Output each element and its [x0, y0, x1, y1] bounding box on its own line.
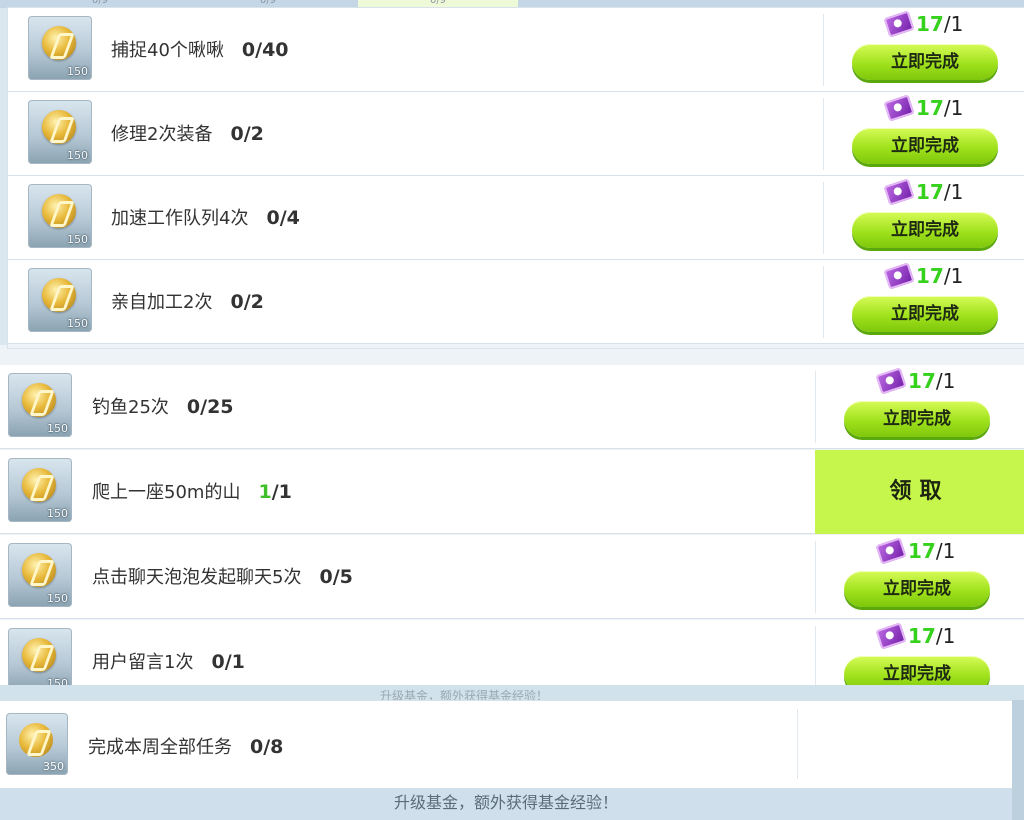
- reward-amount: 150: [67, 149, 88, 162]
- partial-hint-strip: 升级基金，额外获得基金经验！: [0, 685, 1024, 703]
- task-name: 用户留言1次: [92, 652, 194, 673]
- task-text: 爬上一座50m的山 1/1: [92, 478, 292, 504]
- ticket-icon: [883, 178, 915, 206]
- task-progress: 0/2: [230, 123, 264, 145]
- task-progress: 0/8: [250, 736, 284, 758]
- complete-now-button[interactable]: 立即完成: [852, 128, 998, 164]
- ticket-cost: 17/1: [875, 367, 1018, 395]
- ticket-cost: 17/1: [883, 262, 1024, 290]
- task-text: 点击聊天泡泡发起聊天5次 0/5: [92, 563, 353, 589]
- task-text: 修理2次装备 0/2: [111, 120, 264, 146]
- task-row: 150 钓鱼25次 0/25 17/1 立即完成: [0, 365, 1024, 449]
- fund-coin-icon: 150: [28, 184, 92, 248]
- fund-coin-icon: 150: [8, 543, 72, 607]
- complete-now-button[interactable]: 立即完成: [844, 656, 990, 685]
- task-progress: 0/5: [319, 566, 353, 588]
- ticket-cost: 17/1: [875, 537, 1018, 565]
- task-list-upper[interactable]: 150 捕捉40个啾啾 0/40 17/1 立即完成 150 修理2次装备 0/2 …: [8, 8, 1024, 348]
- reward-amount: 150: [67, 317, 88, 330]
- ticket-cost: 17/1: [875, 622, 1018, 650]
- divider: [797, 709, 798, 779]
- reward-amount: 150: [47, 422, 68, 435]
- weekly-task-text: 完成本周全部任务 0/8: [88, 733, 283, 759]
- task-row: 150 爬上一座50m的山 1/1 领取: [0, 450, 1024, 534]
- complete-now-button[interactable]: 立即完成: [852, 212, 998, 248]
- complete-now-button[interactable]: 立即完成: [844, 401, 990, 437]
- task-row: 150 亲自加工2次 0/2 17/1 立即完成: [8, 260, 1024, 344]
- task-name: 修理2次装备: [111, 124, 213, 145]
- fund-coin-icon: 150: [28, 268, 92, 332]
- reward-amount: 150: [67, 233, 88, 246]
- ticket-icon: [883, 94, 915, 122]
- task-progress: 1/1: [258, 481, 292, 503]
- tab-2[interactable]: 0/9: [188, 0, 348, 8]
- ticket-cost: 17/1: [883, 178, 1024, 206]
- claim-button[interactable]: 领取: [815, 450, 1024, 534]
- task-name: 亲自加工2次: [111, 292, 213, 313]
- task-progress: 0/25: [186, 396, 234, 418]
- fund-coin-icon: 150: [8, 458, 72, 522]
- reward-amount: 350: [43, 760, 64, 773]
- task-name: 钓鱼25次: [92, 397, 169, 418]
- complete-now-button[interactable]: 立即完成: [852, 44, 998, 80]
- task-progress: 0/40: [241, 39, 289, 61]
- task-text: 用户留言1次 0/1: [92, 648, 245, 674]
- task-name: 点击聊天泡泡发起聊天5次: [92, 567, 302, 588]
- reward-amount: 150: [47, 507, 68, 520]
- fund-coin-icon: 350: [6, 713, 68, 775]
- ticket-icon: [875, 622, 907, 650]
- task-progress: 0/1: [211, 651, 245, 673]
- ticket-icon: [875, 537, 907, 565]
- task-row: 150 加速工作队列4次 0/4 17/1 立即完成: [8, 176, 1024, 260]
- fund-coin-icon: 150: [8, 628, 72, 685]
- task-text: 捕捉40个啾啾 0/40: [111, 36, 289, 62]
- ticket-cost: 17/1: [883, 10, 1024, 38]
- task-name: 完成本周全部任务: [88, 737, 232, 758]
- tab-strip: 0/9 0/9 0/9: [0, 0, 1024, 8]
- weekly-task-row: 350 完成本周全部任务 0/8: [0, 700, 1012, 788]
- task-progress: 0/2: [230, 291, 264, 313]
- task-progress: 0/4: [266, 207, 300, 229]
- task-list-lower[interactable]: 150 钓鱼25次 0/25 17/1 立即完成 150 爬上一座50m的山 1/1…: [0, 345, 1024, 685]
- task-text: 亲自加工2次 0/2: [111, 288, 264, 314]
- divider: [815, 371, 816, 443]
- reward-amount: 150: [67, 65, 88, 78]
- ticket-icon: [875, 367, 907, 395]
- tab-3[interactable]: 0/9: [358, 0, 518, 8]
- task-name: 捕捉40个啾啾: [111, 40, 224, 61]
- divider: [823, 266, 824, 338]
- ticket-cost: 17/1: [883, 94, 1024, 122]
- task-name: 加速工作队列4次: [111, 208, 249, 229]
- task-text: 加速工作队列4次 0/4: [111, 204, 300, 230]
- ticket-icon: [883, 262, 915, 290]
- fund-coin-icon: 150: [28, 16, 92, 80]
- footer-hint: 升级基金，额外获得基金经验！: [0, 788, 1012, 820]
- scroll-edge: [1012, 700, 1024, 820]
- complete-now-button[interactable]: 立即完成: [844, 571, 990, 607]
- ticket-icon: [883, 10, 915, 38]
- divider: [823, 98, 824, 170]
- divider: [823, 182, 824, 254]
- complete-now-button[interactable]: 立即完成: [852, 296, 998, 332]
- task-row: 150 修理2次装备 0/2 17/1 立即完成: [8, 92, 1024, 176]
- tab-1[interactable]: 0/9: [20, 0, 180, 8]
- reward-amount: 150: [47, 677, 68, 685]
- divider: [815, 626, 816, 685]
- task-row: 150 捕捉40个啾啾 0/40 17/1 立即完成: [8, 8, 1024, 92]
- divider: [823, 14, 824, 86]
- fund-coin-icon: 150: [28, 100, 92, 164]
- task-row: 150 用户留言1次 0/1 17/1 立即完成: [0, 620, 1024, 685]
- task-row: 150 点击聊天泡泡发起聊天5次 0/5 17/1 立即完成: [0, 535, 1024, 619]
- task-text: 钓鱼25次 0/25: [92, 393, 234, 419]
- divider: [815, 541, 816, 613]
- fund-coin-icon: 150: [8, 373, 72, 437]
- reward-amount: 150: [47, 592, 68, 605]
- task-name: 爬上一座50m的山: [92, 482, 241, 503]
